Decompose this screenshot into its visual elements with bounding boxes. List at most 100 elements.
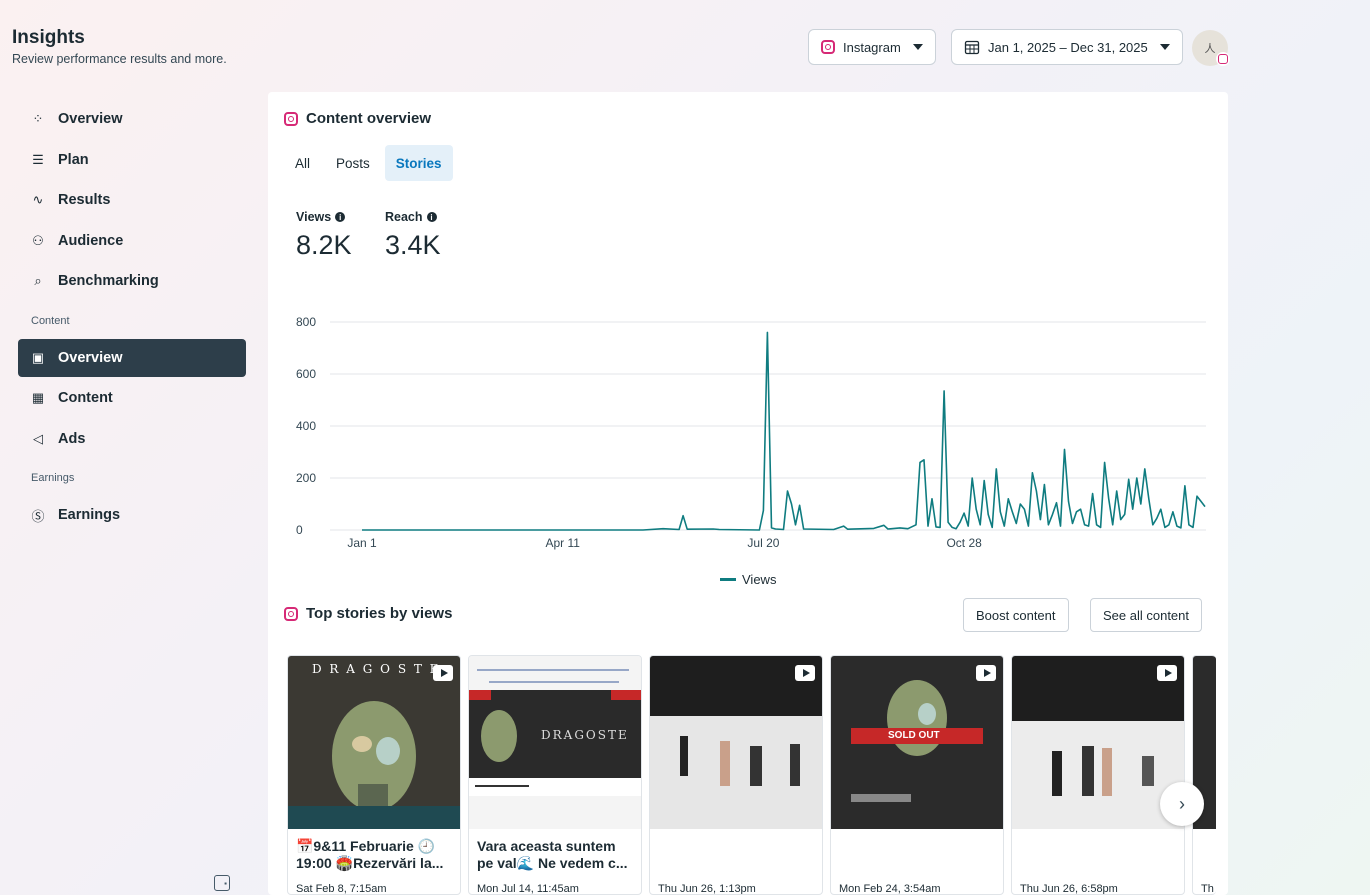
content-overview-title: Content overview bbox=[306, 110, 432, 127]
content-overview-heading: Content overview bbox=[284, 110, 431, 127]
calendar-icon bbox=[964, 40, 980, 55]
story-thumbnail bbox=[1012, 656, 1184, 829]
story-date: Sat Feb 8, 7:15am bbox=[296, 883, 387, 895]
trend-icon: ∿ bbox=[32, 192, 44, 207]
x-tick-label: Oct 28 bbox=[946, 536, 982, 550]
story-date: Mon Jul 14, 11:45am bbox=[477, 883, 579, 895]
x-tick-label: Apr 11 bbox=[545, 536, 580, 550]
header: Insights Review performance results and … bbox=[0, 0, 1370, 92]
section-label-content: Content bbox=[31, 314, 70, 327]
content-overview-panel: Content overview All Posts Stories Views… bbox=[268, 92, 1228, 895]
story-date: Mon Feb 24, 3:54am bbox=[839, 883, 941, 895]
sidebar-item-label: Overview bbox=[58, 111, 123, 127]
boost-content-button[interactable]: Boost content bbox=[963, 598, 1069, 632]
benchmark-icon: ⌕ bbox=[34, 273, 42, 288]
x-tick-label: Jan 1 bbox=[347, 536, 377, 550]
chart-legend: Views bbox=[720, 572, 776, 587]
grid-icon: ▦ bbox=[31, 390, 45, 405]
page-title: Insights bbox=[12, 27, 85, 48]
story-date: Th bbox=[1201, 883, 1214, 895]
megaphone-icon: ◁ bbox=[33, 430, 43, 446]
legend-label: Views bbox=[742, 572, 777, 587]
sidebar: ⁘ Overview ☰ Plan ∿ Results ⚇ Audience ⌕… bbox=[18, 100, 246, 537]
tab-stories[interactable]: Stories bbox=[384, 145, 453, 181]
video-icon bbox=[433, 665, 453, 681]
video-icon bbox=[1157, 665, 1177, 681]
sidebar-item-earnings[interactable]: Ⓢ Earnings bbox=[18, 496, 246, 534]
sidebar-item-plan[interactable]: ☰ Plan bbox=[18, 141, 246, 179]
info-icon[interactable]: i bbox=[335, 212, 346, 222]
dollar-icon: Ⓢ bbox=[31, 508, 45, 524]
metric-label: Views bbox=[296, 210, 332, 224]
sidebar-item-label: Ads bbox=[58, 430, 86, 447]
sidebar-item-label: Audience bbox=[58, 232, 124, 249]
sidebar-item-benchmarking[interactable]: ⌕ Benchmarking bbox=[18, 262, 246, 300]
thumbnail-title: DRAGOSTE bbox=[541, 728, 629, 742]
story-date: Thu Jun 26, 6:58pm bbox=[1020, 883, 1118, 895]
people-icon: ⚇ bbox=[32, 232, 44, 248]
story-thumbnail: DRAGOSTE bbox=[469, 656, 641, 829]
top-stories-heading: Top stories by views bbox=[284, 605, 452, 622]
collapse-sidebar-icon[interactable]: ▪ bbox=[214, 875, 230, 891]
info-icon[interactable]: i bbox=[426, 212, 437, 222]
section-label-earnings: Earnings bbox=[31, 472, 75, 484]
story-card[interactable]: D R A G O S T E 📅9&11 Februarie 🕘 19:00 … bbox=[287, 655, 461, 895]
sidebar-item-content-overview[interactable]: ▣ Overview bbox=[18, 338, 246, 377]
tab-posts[interactable]: Posts bbox=[325, 145, 381, 181]
y-tick-label: 400 bbox=[296, 419, 316, 433]
sidebar-item-audience[interactable]: ⚇ Audience bbox=[18, 222, 246, 260]
avatar-glyph: ⼈ bbox=[1204, 43, 1216, 55]
sidebar-item-label: Earnings bbox=[58, 507, 121, 523]
page-subtitle: Review performance results and more. bbox=[12, 52, 227, 66]
instagram-icon bbox=[821, 40, 835, 54]
chevron-down-icon bbox=[912, 44, 923, 50]
story-card[interactable]: Thu Jun 26, 6:58pm bbox=[1011, 655, 1185, 895]
platform-selector-label: Instagram bbox=[843, 39, 901, 55]
content-overview-icon: ▣ bbox=[31, 349, 45, 365]
sidebar-item-label: Results bbox=[58, 192, 111, 208]
video-icon bbox=[795, 665, 815, 681]
instagram-icon bbox=[284, 111, 298, 126]
metric-label: Reach bbox=[385, 210, 423, 224]
date-range-label: Jan 1, 2025 – Dec 31, 2025 bbox=[988, 39, 1148, 55]
see-all-content-button[interactable]: See all content bbox=[1090, 598, 1203, 632]
chevron-right-icon[interactable]: › bbox=[1160, 782, 1204, 826]
story-date: Thu Jun 26, 1:13pm bbox=[658, 883, 756, 895]
story-card[interactable]: Thu Jun 26, 1:13pm bbox=[649, 655, 823, 895]
story-card[interactable]: DRAGOSTE Vara aceasta suntem pe val🌊 Ne … bbox=[468, 655, 642, 895]
sidebar-item-content[interactable]: ▦ Content bbox=[18, 379, 246, 417]
sidebar-item-label: Benchmarking bbox=[58, 273, 159, 289]
y-tick-label: 200 bbox=[296, 471, 316, 485]
sidebar-item-ads[interactable]: ◁ Ads bbox=[18, 420, 246, 458]
y-tick-label: 800 bbox=[296, 315, 316, 329]
series-line-views bbox=[362, 331, 1206, 531]
platform-selector[interactable]: Instagram bbox=[808, 29, 936, 65]
metric-reach: Reach i 3.4K bbox=[385, 210, 441, 261]
metric-value: 3.4K bbox=[385, 230, 441, 260]
story-caption: 📅9&11 Februarie 🕘 19:00 🏟️Rezervări la..… bbox=[296, 838, 444, 871]
story-card[interactable]: Th bbox=[1192, 655, 1216, 895]
sidebar-item-overview[interactable]: ⁘ Overview bbox=[18, 100, 246, 138]
story-card[interactable]: SOLD OUT Mon Feb 24, 3:54am bbox=[830, 655, 1004, 895]
metric-views: Views i 8.2K bbox=[296, 210, 352, 261]
sidebar-item-label: Plan bbox=[58, 151, 89, 168]
video-icon bbox=[976, 665, 996, 681]
thumbnail-badge: SOLD OUT bbox=[888, 730, 940, 741]
tab-all[interactable]: All bbox=[284, 145, 321, 181]
sidebar-item-results[interactable]: ∿ Results bbox=[18, 181, 246, 219]
views-line-chart: 800 600 400 200 0 Jan 1 Apr 11 Jul 20 Oct 28 bbox=[296, 315, 1206, 550]
sidebar-item-label: Content bbox=[58, 390, 113, 406]
story-caption: Vara aceasta suntem pe val🌊 Ne vedem c..… bbox=[477, 838, 628, 871]
x-tick-label: Jul 20 bbox=[747, 536, 779, 550]
content-tabs: All Posts Stories bbox=[284, 145, 453, 181]
story-thumbnail: SOLD OUT bbox=[831, 656, 1003, 829]
sidebar-item-label: Overview bbox=[58, 349, 123, 366]
legend-swatch bbox=[720, 578, 736, 581]
y-tick-label: 600 bbox=[296, 367, 316, 381]
account-avatar[interactable]: ⼈ bbox=[1192, 30, 1230, 66]
date-range-selector[interactable]: Jan 1, 2025 – Dec 31, 2025 bbox=[951, 29, 1183, 65]
y-tick-label: 0 bbox=[296, 523, 303, 537]
story-thumbnail bbox=[650, 656, 822, 829]
network-icon: ⁘ bbox=[32, 111, 44, 126]
metric-value: 8.2K bbox=[296, 230, 352, 260]
